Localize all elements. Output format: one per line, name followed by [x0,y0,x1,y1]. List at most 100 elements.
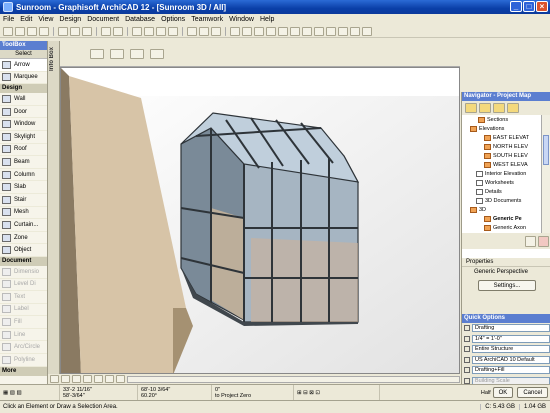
horizontal-scrollbar[interactable] [127,375,460,383]
tree-item[interactable]: 3D [462,205,542,214]
tree-item[interactable]: Elevations [462,124,542,133]
ok-button[interactable]: OK [492,387,514,398]
tree-item[interactable]: NORTH ELEV [462,142,542,151]
menu-view[interactable]: View [35,16,56,23]
scale-select[interactable]: 1/4" = 1'-0" [472,334,550,343]
minimize-button[interactable]: _ [510,1,522,12]
new-file-icon[interactable] [3,26,13,36]
tool-label[interactable]: Label [0,304,47,317]
select-shape-icon[interactable] [90,48,104,59]
pointer-icon[interactable] [132,26,142,36]
new-viewpoint-icon[interactable] [525,235,536,247]
tool-skylight[interactable]: Skylight [0,131,47,144]
tool-slab[interactable]: Slab [0,181,47,194]
tool-arc-circle[interactable]: Arc/Circle [0,341,47,355]
close-button[interactable]: × [536,1,548,12]
copy-icon[interactable] [70,26,80,36]
tree-item[interactable]: WEST ELEVA [462,160,542,169]
snap-icon[interactable] [199,26,209,36]
grid-icon[interactable] [211,26,221,36]
elevation-view-icon[interactable] [254,26,264,36]
tool-door[interactable]: Door [0,106,47,119]
tool-marquee[interactable]: Marquee [0,72,47,85]
menu-document[interactable]: Document [84,16,122,23]
cut-icon[interactable] [58,26,68,36]
settings-icon[interactable] [362,26,372,36]
print-icon[interactable] [39,26,49,36]
zoom-in-icon[interactable] [50,375,59,383]
tool-fill[interactable]: Fill [0,316,47,329]
navigator-scrollbar[interactable] [541,115,550,233]
menu-teamwork[interactable]: Teamwork [188,16,226,23]
delete-icon[interactable] [538,235,549,247]
tool-column[interactable]: Column [0,169,47,182]
tree-item[interactable]: Details [462,187,542,196]
render-icon[interactable] [338,26,348,36]
tree-item[interactable]: Generic Axon [462,223,542,232]
pen-set-select[interactable]: US ArchiCAD 10 Default [472,355,550,364]
tool-arrow[interactable]: Arrow [0,59,47,72]
redo-icon[interactable] [113,26,123,36]
tree-item[interactable]: Sections [462,115,542,124]
scroll-thumb[interactable] [543,135,549,165]
export-icon[interactable] [350,26,360,36]
tool-beam[interactable]: Beam [0,156,47,169]
menu-help[interactable]: Help [257,16,277,23]
layout-book-icon[interactable] [493,103,505,113]
grid-snap-icon[interactable]: ▦ ▧ ▨ [3,390,56,396]
zoom-icon[interactable] [302,26,312,36]
cursor-icon[interactable] [150,48,164,59]
tool-curtain-wall[interactable]: Curtain... [0,219,47,232]
layer-combination-select[interactable]: Drafting [472,324,550,333]
coord-angle[interactable]: 60.20° [141,393,208,399]
next-zoom-icon[interactable] [94,375,103,383]
toolbox-more-section[interactable]: More [0,366,47,376]
explore-icon[interactable] [116,375,125,383]
model-view-select[interactable]: Drafting+Fill [472,366,550,375]
perspective-icon[interactable] [290,26,300,36]
tool-roof[interactable]: Roof [0,144,47,157]
undo-icon[interactable] [101,26,111,36]
properties-header[interactable]: Properties [462,258,550,267]
open-file-icon[interactable] [15,26,25,36]
tool-zone[interactable]: Zone [0,232,47,245]
tree-item[interactable]: 3D Documents [462,196,542,205]
paste-icon[interactable] [82,26,92,36]
view-map-icon[interactable] [479,103,491,113]
tree-item[interactable]: EAST ELEVAT [462,133,542,142]
menu-window[interactable]: Window [226,16,257,23]
tool-wall[interactable]: Wall [0,93,47,106]
tool-object[interactable]: Object [0,244,47,257]
tool-window[interactable]: Window [0,118,47,131]
tool-line[interactable]: Line [0,329,47,342]
project-map-icon[interactable] [465,103,477,113]
tool-mesh[interactable]: Mesh [0,207,47,220]
magic-wand-icon[interactable] [168,26,178,36]
section-view-icon[interactable] [266,26,276,36]
info-box-strip[interactable]: Info Box [48,41,60,388]
menu-file[interactable]: File [0,16,17,23]
tool-stair[interactable]: Stair [0,194,47,207]
trace-icon[interactable] [230,26,240,36]
syringe-icon[interactable] [156,26,166,36]
save-icon[interactable] [27,26,37,36]
eyedropper-icon[interactable] [144,26,154,36]
toolbox-design-section[interactable]: Design [0,84,47,94]
orbit-icon[interactable] [105,375,114,383]
rotate-arrow-icon[interactable] [130,48,144,59]
tool-text[interactable]: Text [0,291,47,304]
tree-item[interactable]: Worksheets [462,178,542,187]
menu-database[interactable]: Database [122,16,158,23]
maximize-button[interactable]: □ [523,1,535,12]
toolbox-select-header[interactable]: Select [0,50,47,59]
orbit-icon[interactable] [326,26,336,36]
tree-item[interactable]: SOUTH ELEV [462,151,542,160]
select-method-icon[interactable] [110,48,124,59]
tree-item[interactable]: Interior Elevation [462,169,542,178]
previous-zoom-icon[interactable] [83,375,92,383]
3d-view-icon[interactable] [278,26,288,36]
toolbox-document-section[interactable]: Document [0,256,47,266]
tool-dimension[interactable]: Dimensio [0,266,47,279]
layers-icon[interactable] [242,26,252,36]
3d-viewport[interactable] [60,67,460,374]
